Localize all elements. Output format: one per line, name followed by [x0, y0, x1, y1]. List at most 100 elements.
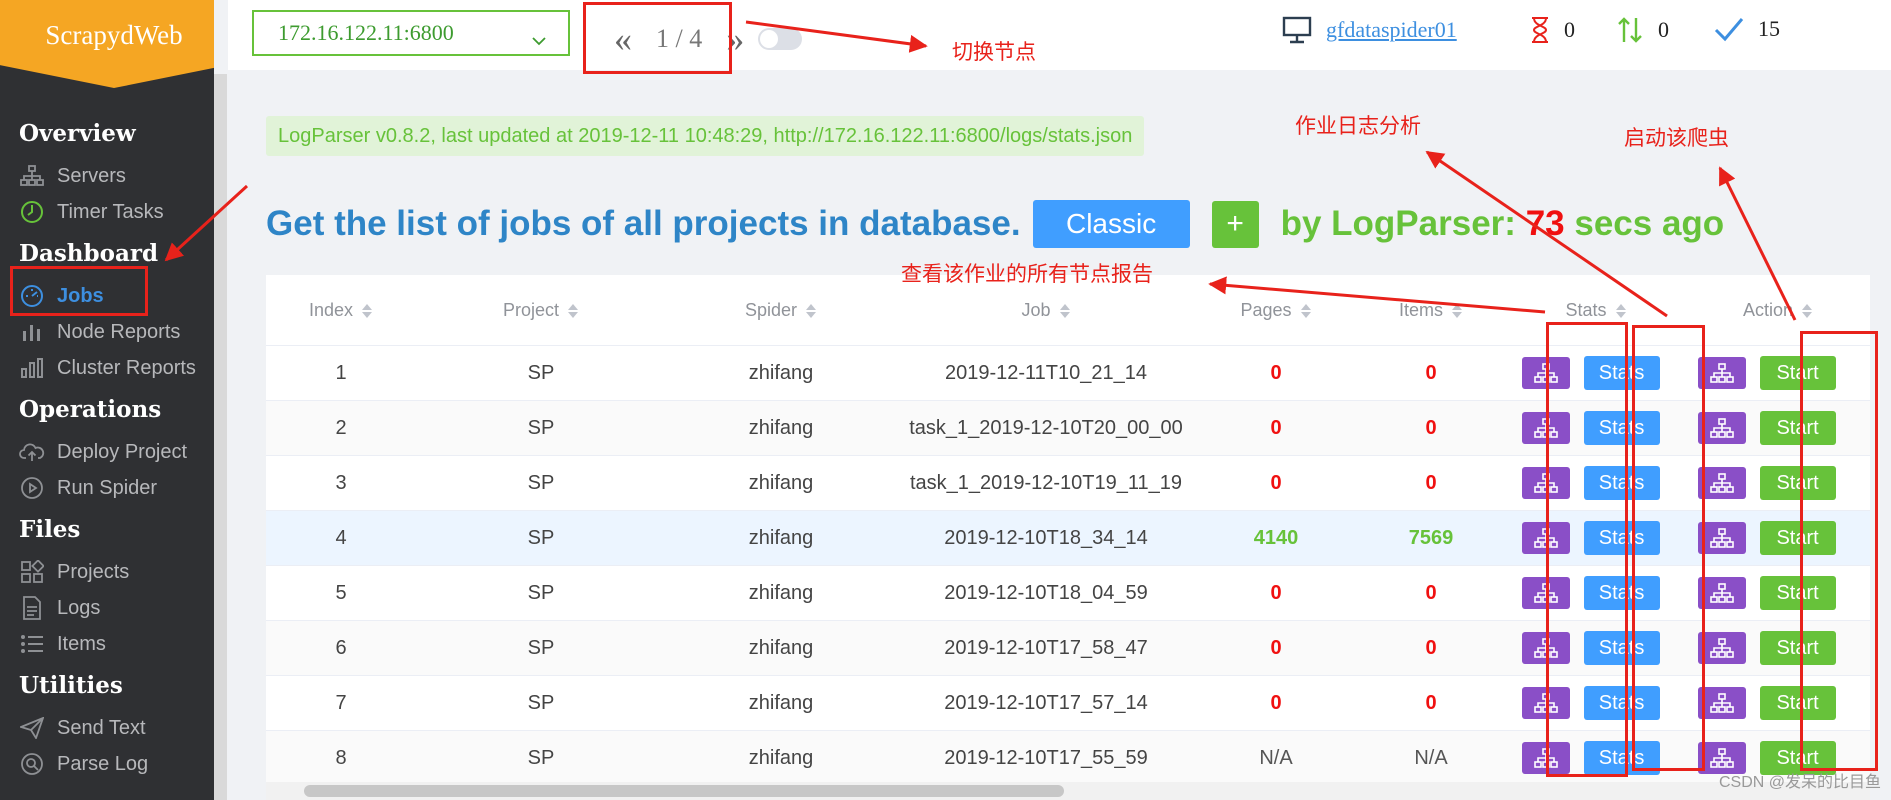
cell-index: 3	[266, 455, 416, 511]
sort-icon[interactable]	[1607, 300, 1627, 320]
highlight-box-stats	[1632, 325, 1705, 771]
sidebar-item-timer-tasks[interactable]: Timer Tasks	[19, 197, 164, 227]
running-count[interactable]: 0	[1616, 16, 1669, 44]
sidebar-item-projects[interactable]: Projects	[19, 557, 129, 587]
search-icon	[19, 751, 45, 777]
grid-icon	[19, 559, 45, 585]
nav-group-overview: Overview	[19, 120, 136, 147]
cluster-run-button[interactable]	[1698, 522, 1746, 554]
cell-job: 2019-12-10T17_57_14	[896, 675, 1196, 731]
cluster-run-button[interactable]	[1698, 412, 1746, 444]
cluster-run-button[interactable]	[1698, 687, 1746, 719]
cell-items: 7569	[1356, 510, 1506, 566]
cluster-run-button[interactable]	[1698, 632, 1746, 664]
multinode-toggle[interactable]	[758, 28, 802, 50]
finished-count[interactable]: 15	[1714, 16, 1780, 42]
cell-items: 0	[1356, 565, 1506, 621]
cell-spider: zhifang	[666, 455, 896, 511]
highlight-box-pager	[583, 2, 732, 74]
column-header-pages[interactable]: Pages	[1196, 275, 1356, 346]
annotation-view-reports: 查看该作业的所有节点报告	[901, 263, 1153, 286]
cell-pages: 0	[1196, 345, 1356, 401]
bar-chart-icon	[19, 355, 45, 381]
sidebar-item-servers[interactable]: Servers	[19, 161, 126, 191]
cell-job: task_1_2019-12-10T19_11_19	[896, 455, 1196, 511]
list-icon	[19, 631, 45, 657]
sort-icon[interactable]	[1793, 300, 1813, 320]
sidebar-item-label: Items	[57, 632, 106, 655]
watermark: CSDN @发呆的比目鱼	[1718, 774, 1881, 791]
sort-icon[interactable]	[797, 300, 817, 320]
cell-items: 0	[1356, 345, 1506, 401]
pending-count[interactable]: 0	[1530, 16, 1575, 44]
bar-chart-icon	[19, 319, 45, 345]
cell-pages: 0	[1196, 620, 1356, 676]
cell-items: N/A	[1356, 730, 1506, 786]
node-select[interactable]: 172.16.122.11:6800	[252, 10, 570, 56]
pending-value: 0	[1564, 17, 1575, 42]
cell-job: 2019-12-11T10_21_14	[896, 345, 1196, 401]
cluster-run-button[interactable]	[1698, 467, 1746, 499]
sitemap-icon	[19, 163, 45, 189]
column-header-label: Stats	[1565, 299, 1607, 320]
cell-items: 0	[1356, 455, 1506, 511]
cell-index: 8	[266, 730, 416, 786]
cluster-run-button[interactable]	[1698, 357, 1746, 389]
column-header-project[interactable]: Project	[416, 275, 666, 346]
host-info: gfdataspider01	[1282, 16, 1457, 44]
sort-icon[interactable]	[559, 300, 579, 320]
annotation-switch-node: 切换节点	[952, 41, 1036, 64]
sidebar-item-deploy-project[interactable]: Deploy Project	[19, 437, 187, 467]
sort-icon[interactable]	[353, 300, 373, 320]
host-link[interactable]: gfdataspider01	[1326, 17, 1457, 43]
sidebar-item-items[interactable]: Items	[19, 629, 106, 659]
sidebar-item-label: Send Text	[57, 716, 146, 739]
table-row: 8 SP zhifang 2019-12-10T17_55_59 N/A N/A Stat…	[266, 730, 1870, 786]
sort-icon[interactable]	[1443, 300, 1463, 320]
add-button[interactable]: +	[1211, 200, 1259, 248]
sidebar-item-logs[interactable]: Logs	[19, 593, 100, 623]
column-header-label: Job	[1021, 299, 1051, 320]
sidebar-item-cluster-reports[interactable]: Cluster Reports	[19, 353, 196, 383]
parsed-prefix: by LogParser:	[1280, 204, 1516, 243]
cluster-run-button[interactable]	[1698, 577, 1746, 609]
sitemap-icon	[1710, 418, 1734, 438]
sidebar-scrollbar[interactable]	[214, 74, 227, 800]
column-header-index[interactable]: Index	[266, 275, 416, 346]
sitemap-icon	[1710, 583, 1734, 603]
cell-spider: zhifang	[666, 730, 896, 786]
cell-index: 1	[266, 345, 416, 401]
cell-items: 0	[1356, 675, 1506, 731]
finished-value: 15	[1758, 16, 1780, 41]
column-header-items[interactable]: Items	[1356, 275, 1506, 346]
sidebar-item-node-reports[interactable]: Node Reports	[19, 317, 180, 347]
cell-items: 0	[1356, 400, 1506, 456]
nav-group-operations: Operations	[19, 396, 162, 423]
column-header-label: Project	[502, 299, 560, 320]
sidebar-item-parse-log[interactable]: Parse Log	[19, 749, 148, 779]
sort-icon[interactable]	[1051, 300, 1071, 320]
scrollbar-thumb[interactable]	[304, 785, 1064, 797]
sidebar-item-label: Deploy Project	[57, 440, 188, 463]
app-logo[interactable]: ScrapydWeb	[0, 0, 214, 88]
classic-button[interactable]: Classic	[1032, 200, 1190, 248]
highlight-box-node-reports	[1546, 322, 1628, 777]
jobs-table: Index Project Spider Job Pages Items Stats Acti…	[266, 275, 1870, 800]
table-horizontal-scrollbar[interactable]	[266, 782, 1870, 800]
parsed-secs: 73	[1525, 204, 1565, 243]
sort-icon[interactable]	[1292, 300, 1312, 320]
cell-project: SP	[416, 345, 666, 401]
column-header-spider[interactable]: Spider	[666, 275, 896, 346]
cell-spider: zhifang	[666, 565, 896, 621]
annotation-job-log-analysis: 作业日志分析	[1295, 115, 1421, 138]
node-select-value: 172.16.122.11:6800	[278, 20, 454, 45]
sidebar-item-label: Projects	[57, 560, 130, 583]
send-icon	[19, 715, 45, 741]
sidebar-item-label: Cluster Reports	[57, 356, 196, 379]
column-header-label: Index	[308, 299, 354, 320]
sidebar-item-run-spider[interactable]: Run Spider	[19, 473, 157, 503]
column-header-label: Spider	[744, 299, 798, 320]
column-header-label: Pages	[1240, 299, 1292, 320]
sidebar-item-send-text[interactable]: Send Text	[19, 713, 146, 743]
sidebar-item-label: Node Reports	[57, 320, 181, 343]
